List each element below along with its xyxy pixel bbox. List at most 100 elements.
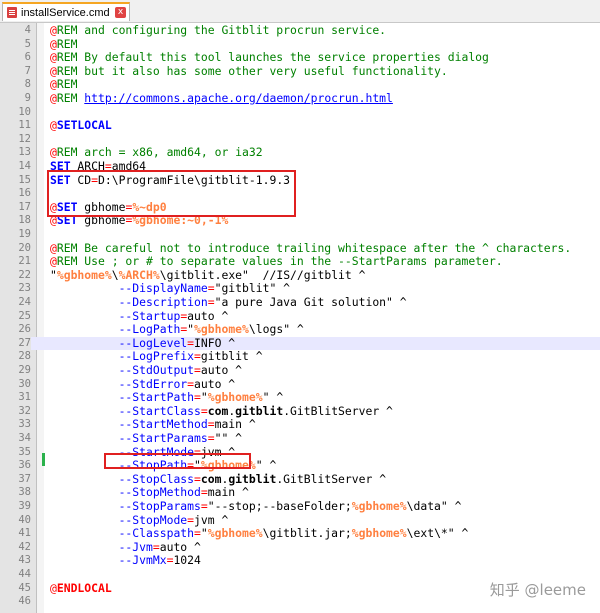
code-line[interactable]: 35 --StartMode=jvm ^ [0,445,600,460]
code-token: %gbhome% [351,526,407,541]
code-line[interactable]: 24 --Description="a pure Java Git soluti… [0,295,600,310]
code-token: = [207,431,215,445]
code-editor[interactable]: 4 @REM and configuring the Gitblit procru… [0,23,600,613]
code-token: .GitBlitServer ^ [276,471,387,486]
code-line[interactable]: 8 @REM [0,78,600,92]
code-line[interactable]: 39 --StopParams="--stop;--baseFolder;%gb… [0,499,600,514]
line-number: 19 [18,228,31,240]
code-token: = [187,335,195,350]
code-line[interactable]: 9 @REM http://commons.apache.org/daemon/p… [0,91,600,106]
code-line[interactable]: 42 --Jvm=auto ^ [0,539,600,555]
code-line[interactable]: 30 --StdError=auto ^ [0,376,600,392]
code-token: = [194,526,201,541]
code-line[interactable]: 10 [0,106,600,120]
file-tab[interactable]: installService.cmd x [2,2,130,21]
code-token: --StartMethod [118,417,208,432]
line-code: @SETLOCAL [50,118,112,133]
line-code: @REM but it also has some other very use… [50,63,448,79]
code-line[interactable]: 28 --LogPrefix=gitblit ^ [0,350,600,364]
code-token: auto ^ [187,308,229,323]
code-line[interactable]: 32 --StartClass=com.gitblit.GitBlitServe… [0,403,600,419]
code-token: main ^ [214,417,256,432]
code-line[interactable]: 41 --Classpath="%gbhome%\gitblit.jar;%gb… [0,526,600,541]
code-token: --DisplayName [118,281,208,296]
code-token: REM Use ; or # to separate values in the… [56,254,503,269]
code-token: --LogLevel [118,335,188,350]
code-token: = [194,390,201,405]
line-number: 42 [18,540,31,553]
code-line[interactable]: 36 --StopPath="%gbhome%" ^ [0,458,600,473]
line-number: 31 [18,391,31,404]
code-line[interactable]: 5 @REM [0,37,600,52]
code-token: @ [50,23,57,37]
code-line[interactable]: 12 [0,133,600,147]
code-token: --StdOutput [118,363,195,377]
close-tab-icon[interactable]: x [115,7,126,18]
code-line[interactable]: 31 --StartPath="%gbhome%" ^ [0,390,600,405]
code-token: main ^ [207,485,249,500]
code-line[interactable]: 38 --StopMethod=main ^ [0,486,600,500]
code-line[interactable]: 23 --DisplayName="gitblit" ^ [0,282,600,296]
line-code: --StartParams="" ^ [50,431,242,446]
code-line[interactable]: 4 @REM and configuring the Gitblit procru… [0,23,600,38]
code-token: --StartClass [118,403,201,418]
line-number: 8 [24,78,31,91]
code-line[interactable]: 37 --StopClass=com.gitblit.GitBlitServer… [0,471,600,487]
code-line[interactable]: 11 @SETLOCAL [0,118,600,133]
code-line[interactable]: 6 @REM By default this tool launches the … [0,50,600,65]
code-token: --Classpath [118,526,195,541]
code-line[interactable]: 7 @REM but it also has some other very us… [0,63,600,79]
line-number: 32 [18,404,31,417]
code-token: --StopMode [118,512,188,527]
code-line[interactable]: 40 --StopMode=jvm ^ [0,512,600,528]
code-line[interactable]: 21 @REM Use ; or # to separate values in … [0,254,600,269]
line-code: @REM Use ; or # to separate values in th… [50,254,503,269]
code-token: " [200,390,208,405]
line-code: --LogPrefix=gitblit ^ [50,350,263,364]
line-code: --StopMode=jvm ^ [50,512,229,528]
code-token: \data" ^ [406,499,462,513]
code-line[interactable]: 19 [0,228,600,242]
line-number: 18 [18,214,31,227]
code-token: \ext\*" ^ [406,526,469,541]
code-token: gitblit [235,403,284,418]
code-line[interactable]: 13 @REM arch = x86, amd64, or ia32 [0,146,600,160]
line-number: 12 [18,132,31,145]
code-token: REM By default this tool launches the se… [56,50,489,65]
code-token: " ^ [262,390,284,405]
line-number: 14 [18,160,31,172]
code-token: = [152,539,160,554]
code-line[interactable]: 27 --LogLevel=INFO ^ [0,335,600,351]
code-line[interactable]: 22 "%gbhome%\%ARCH%\gitblit.exe" //IS//gi… [0,268,600,283]
code-token: --StartParams [118,431,208,445]
tab-title: installService.cmd [21,6,110,19]
code-token: --StdError [118,376,188,391]
code-token: REM but it also has some other very usef… [56,63,448,78]
code-line[interactable]: 20 @REM Be careful not to introduce trail… [0,241,600,256]
code-token: jvm ^ [194,512,229,527]
line-number: 25 [18,309,31,322]
line-number: 30 [18,377,31,390]
code-line[interactable]: 29 --StdOutput=auto ^ [0,363,600,378]
line-number: 28 [18,350,31,363]
code-token: " [187,322,195,337]
code-token: @ [50,145,57,160]
code-line[interactable]: 33 --StartMethod=main ^ [0,418,600,432]
code-line[interactable]: 26 --LogPath="%gbhome%\logs" ^ [0,322,600,337]
line-number: 36 [18,459,31,472]
code-line[interactable]: 43 --JvmMx=1024 [0,554,600,568]
code-token: = [194,363,201,377]
code-line[interactable]: 25 --Startup=auto ^ [0,308,600,324]
code-line[interactable]: 34 --StartParams="" ^ [0,431,600,446]
line-code: --Jvm=auto ^ [50,539,201,555]
line-number: 41 [18,527,31,540]
